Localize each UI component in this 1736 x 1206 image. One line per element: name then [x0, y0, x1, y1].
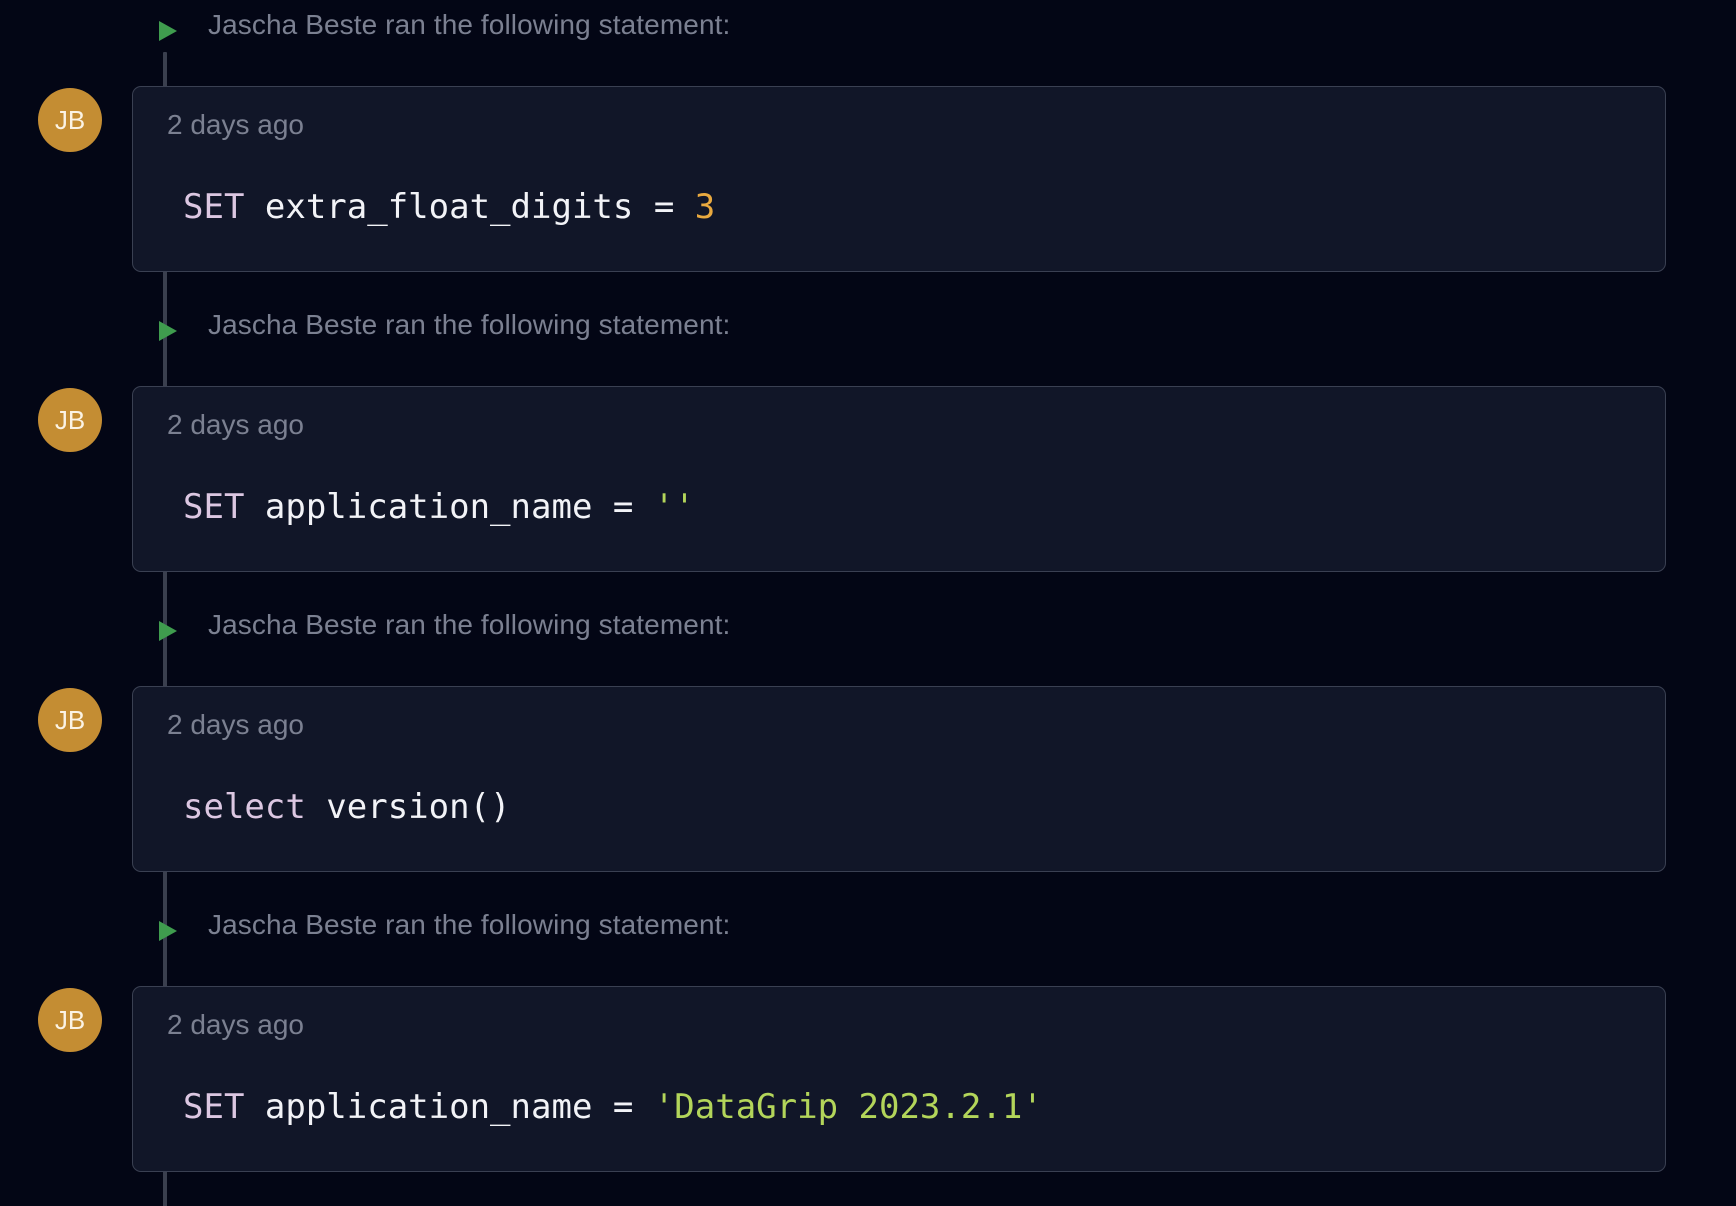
sql-body: application_name = [244, 487, 654, 527]
avatar[interactable]: JB [38, 988, 102, 1052]
event-caption: Jascha Beste ran the following statement… [208, 309, 731, 340]
sql-statement: SET application_name = '' [183, 487, 695, 527]
avatar[interactable]: JB [38, 388, 102, 452]
sql-literal: 'DataGrip 2023.2.1' [653, 1087, 1043, 1127]
avatar[interactable]: JB [38, 688, 102, 752]
activity-event: Jascha Beste ran the following statement… [0, 0, 1736, 300]
sql-statement: SET application_name = 'DataGrip 2023.2.… [183, 1087, 1043, 1127]
statement-card[interactable]: 2 days ago SET application_name = 'DataG… [132, 986, 1666, 1172]
sql-statement: select version() [183, 787, 511, 827]
timestamp: 2 days ago [167, 109, 304, 140]
statement-card[interactable]: 2 days ago SET extra_float_digits = 3 [132, 86, 1666, 272]
sql-body: application_name = [244, 1087, 654, 1127]
event-caption: Jascha Beste ran the following statement… [208, 9, 731, 40]
event-caption: Jascha Beste ran the following statement… [208, 909, 731, 940]
statement-card[interactable]: 2 days ago SET application_name = '' [132, 386, 1666, 572]
sql-keyword: SET [183, 187, 245, 227]
sql-body: version() [305, 787, 511, 827]
statement-card[interactable]: 2 days ago select version() [132, 686, 1666, 872]
sql-body: extra_float_digits = [244, 187, 695, 227]
timestamp: 2 days ago [167, 409, 304, 440]
play-icon [159, 321, 177, 341]
sql-keyword: SET [183, 1087, 245, 1127]
timestamp: 2 days ago [167, 1009, 304, 1040]
sql-literal: '' [653, 487, 695, 527]
play-icon [159, 921, 177, 941]
play-icon [159, 621, 177, 641]
avatar[interactable]: JB [38, 88, 102, 152]
activity-event: Jascha Beste ran the following statement… [0, 600, 1736, 900]
activity-event: Jascha Beste ran the following statement… [0, 300, 1736, 600]
activity-event: Jascha Beste ran the following statement… [0, 900, 1736, 1200]
timestamp: 2 days ago [167, 709, 304, 740]
sql-keyword: SET [183, 487, 245, 527]
sql-literal: 3 [694, 187, 716, 227]
sql-statement: SET extra_float_digits = 3 [183, 187, 715, 227]
activity-feed: Jascha Beste ran the following statement… [0, 0, 1736, 1206]
play-icon [159, 21, 177, 41]
sql-keyword: select [183, 787, 306, 827]
event-caption: Jascha Beste ran the following statement… [208, 609, 731, 640]
